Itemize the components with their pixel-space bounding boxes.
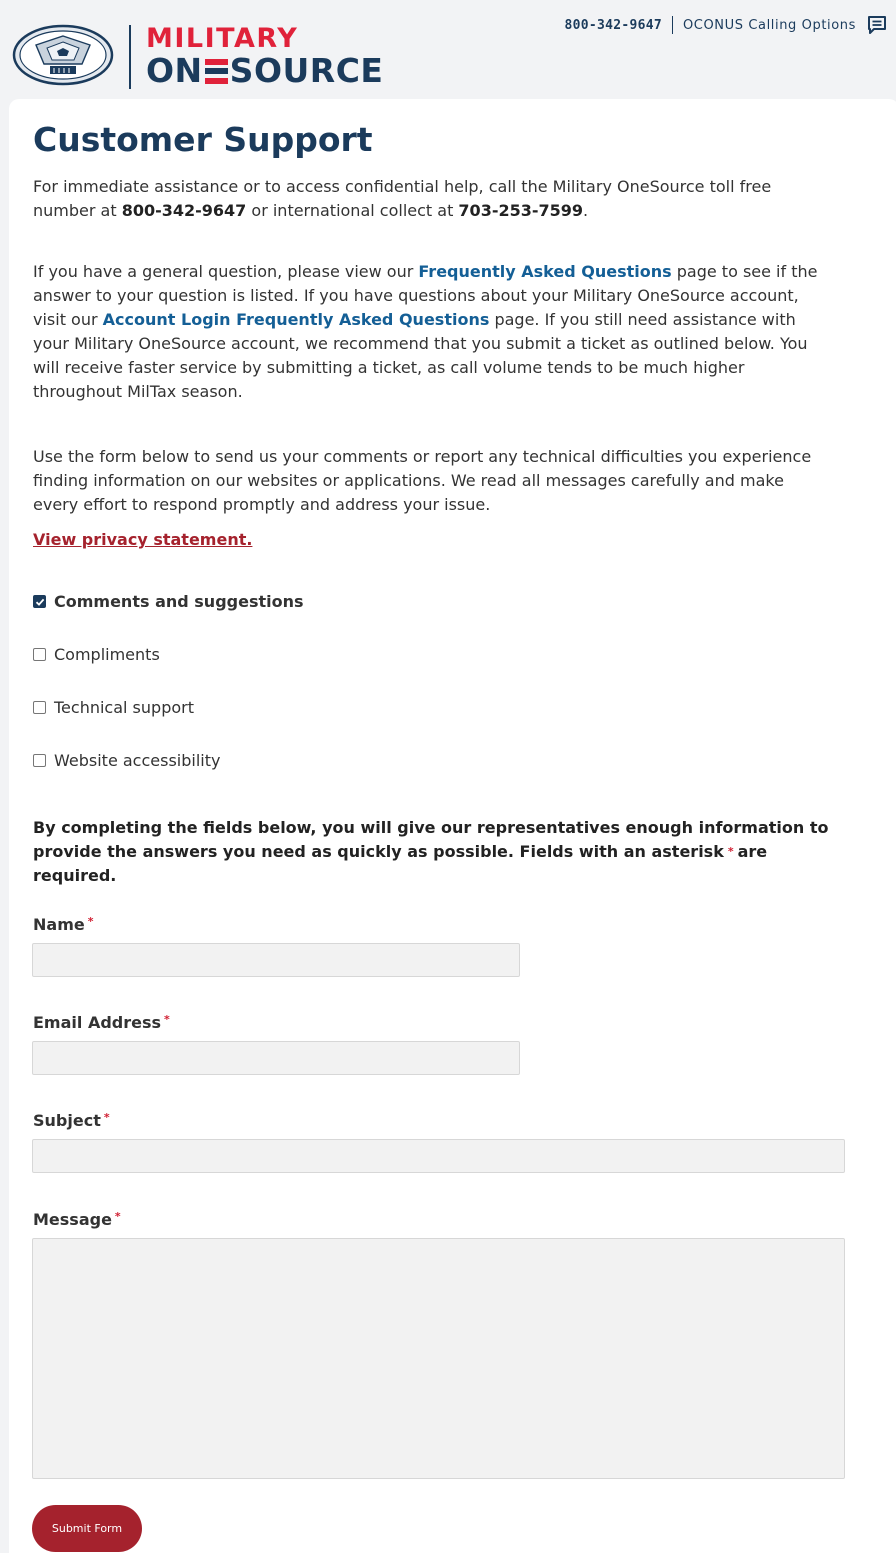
submit-form-button[interactable]: Submit Form (32, 1505, 142, 1552)
checkbox-unchecked[interactable] (33, 701, 46, 714)
required-asterisk: * (727, 845, 734, 858)
email-input[interactable] (32, 1041, 520, 1075)
category-comments-suggestions[interactable]: Comments and suggestions (33, 592, 304, 611)
tollfree-number: 800-342-9647 (121, 201, 247, 220)
subject-label-text: Subject (33, 1111, 101, 1130)
message-label-text: Message (33, 1210, 112, 1229)
required-asterisk: * (114, 1210, 121, 1223)
logo-one-text: ON (146, 51, 203, 90)
logo-onesource-text: ON SOURCE (146, 54, 383, 88)
faq-link[interactable]: Frequently Asked Questions (418, 262, 671, 281)
p2-text-a: If you have a general question, please v… (33, 262, 419, 281)
military-onesource-logo[interactable]: MILITARY ON SOURCE (146, 24, 383, 88)
pentagon-seal-icon[interactable] (12, 24, 114, 86)
required-asterisk: * (87, 915, 94, 928)
checkbox-unchecked[interactable] (33, 754, 46, 767)
header-phone-link[interactable]: 800-342-9647 (564, 18, 662, 33)
checkmark-icon (35, 598, 44, 606)
category-label: Website accessibility (54, 751, 221, 770)
category-label: Compliments (54, 645, 160, 664)
logo-military-text: MILITARY (146, 23, 299, 54)
email-label: Email Address * (33, 1013, 170, 1032)
category-technical-support[interactable]: Technical support (33, 698, 194, 717)
p1-text-b: or international collect at (246, 201, 459, 220)
page-title: Customer Support (33, 120, 373, 159)
form-intro-text: By completing the fields below, you will… (33, 816, 853, 888)
name-label-text: Name (33, 915, 85, 934)
international-number: 703-253-7599 (458, 201, 584, 220)
form-instructions-paragraph: Use the form below to send us your comme… (33, 447, 812, 514)
checkbox-checked[interactable] (33, 595, 46, 608)
topbar-separator (671, 16, 673, 34)
category-compliments[interactable]: Compliments (33, 645, 160, 664)
logo-source-text: SOURCE (229, 51, 384, 90)
message-label: Message * (33, 1210, 121, 1229)
category-label: Comments and suggestions (54, 592, 304, 611)
subject-label: Subject * (33, 1111, 110, 1130)
chat-bubble-icon[interactable] (866, 14, 888, 36)
privacy-statement-link[interactable]: View privacy statement. (33, 530, 252, 549)
intro-text-a: By completing the fields below, you will… (33, 818, 829, 861)
oconus-calling-options-link[interactable]: OCONUS Calling Options (683, 18, 856, 33)
top-contact-bar: 800-342-9647 OCONUS Calling Options (564, 14, 888, 36)
site-header: MILITARY ON SOURCE 800-342-9647 OCONUS C… (0, 0, 896, 100)
logo-divider (129, 25, 131, 89)
subject-input[interactable] (32, 1139, 845, 1173)
required-asterisk: * (164, 1013, 170, 1026)
account-login-faq-link[interactable]: Account Login Frequently Asked Questions (103, 310, 490, 329)
required-asterisk: * (103, 1111, 110, 1124)
category-label: Technical support (54, 698, 194, 717)
checkbox-unchecked[interactable] (33, 648, 46, 661)
intro-paragraph-phone: For immediate assistance or to access co… (33, 175, 833, 223)
flag-e-icon (204, 58, 228, 84)
category-website-accessibility[interactable]: Website accessibility (33, 751, 220, 770)
name-input[interactable] (32, 943, 520, 977)
p1-text-c: . (583, 201, 589, 220)
faq-paragraph: If you have a general question, please v… (33, 260, 833, 404)
name-label: Name * (33, 915, 93, 934)
email-label-text: Email Address (33, 1013, 162, 1032)
message-textarea[interactable] (32, 1238, 845, 1479)
